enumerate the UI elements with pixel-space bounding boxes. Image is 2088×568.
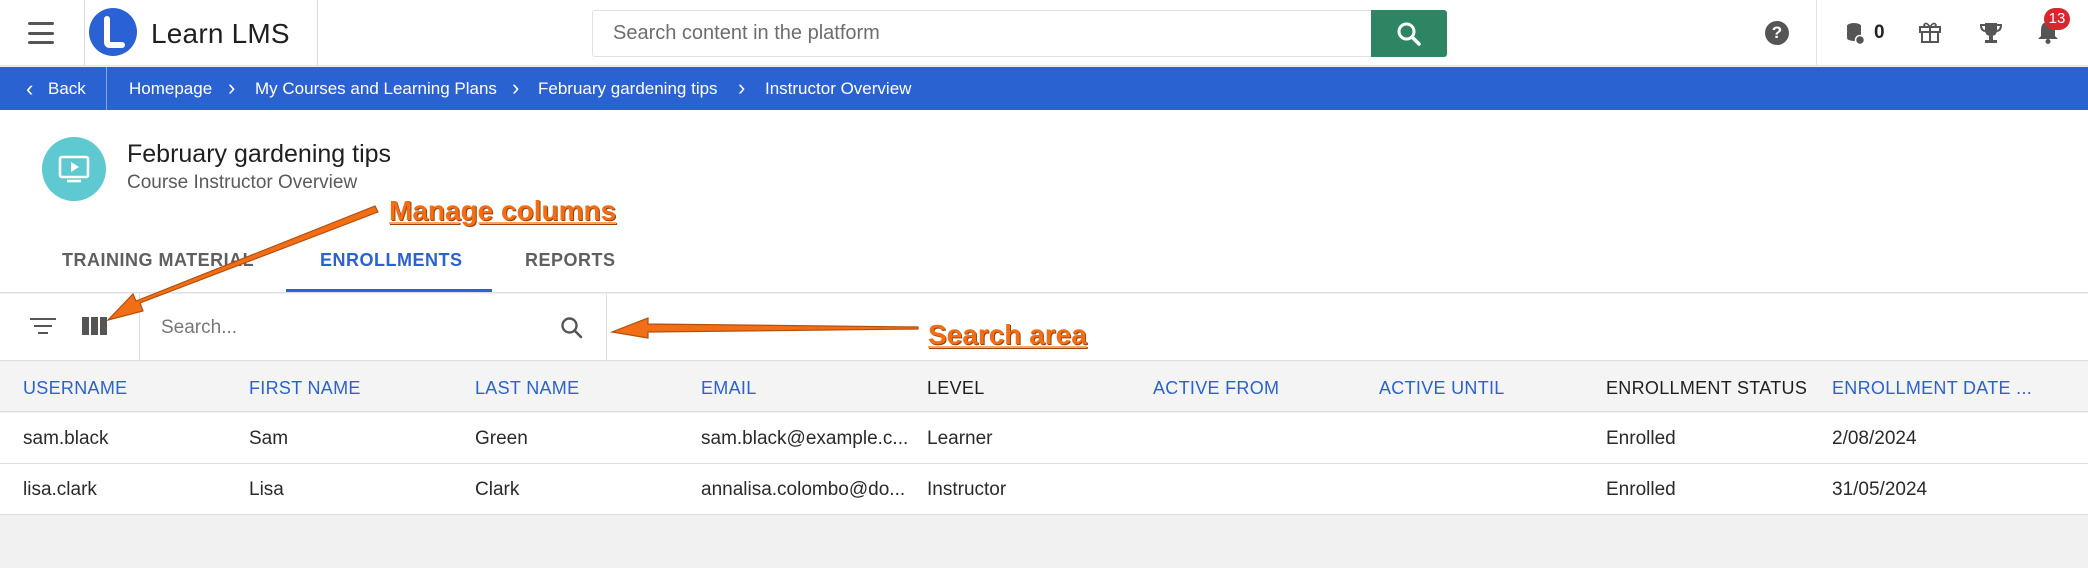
filter-icon[interactable]: [30, 318, 56, 336]
cell-enrollment-status: Enrolled: [1606, 479, 1676, 500]
trophy-icon[interactable]: [1978, 20, 2004, 46]
course-icon: [42, 137, 106, 201]
table-search-input[interactable]: [161, 314, 541, 342]
chevron-right-icon: ›: [228, 75, 236, 100]
coins-count: 0: [1874, 22, 1885, 43]
cell-enrollment-date: 2/08/2024: [1832, 428, 1917, 449]
column-header-last-name[interactable]: LAST NAME: [475, 378, 579, 399]
divider: [1816, 0, 1817, 66]
divider: [606, 294, 607, 361]
chevron-left-icon: ‹: [26, 76, 34, 101]
brand-name: Learn LMS: [151, 18, 290, 49]
column-header-active-from[interactable]: ACTIVE FROM: [1153, 378, 1279, 399]
breadcrumb-course[interactable]: February gardening tips: [538, 67, 718, 110]
table-row[interactable]: sam.black Sam Green sam.black@example.c.…: [0, 413, 2088, 464]
cell-enrollment-date: 31/05/2024: [1832, 479, 1928, 500]
page-title: February gardening tips: [127, 140, 392, 168]
cell-level: Learner: [927, 428, 993, 449]
brand[interactable]: Learn LMS: [84, 0, 318, 66]
cell-username: sam.black: [23, 428, 109, 449]
column-header-first-name[interactable]: FIRST NAME: [249, 378, 361, 399]
play-icon: [58, 155, 90, 183]
page-subtitle: Course Instructor Overview: [127, 172, 358, 193]
notification-badge: 13: [2044, 8, 2070, 30]
tab-reports[interactable]: REPORTS: [525, 250, 616, 271]
coins-icon[interactable]: [1845, 21, 1865, 45]
cell-enrollment-status: Enrolled: [1606, 428, 1676, 449]
table-header: USERNAME FIRST NAME LAST NAME EMAIL LEVE…: [0, 362, 2088, 412]
gift-icon[interactable]: [1918, 20, 1942, 44]
annotation-search-area: Search area: [928, 319, 1087, 350]
tab-training-material[interactable]: TRAINING MATERIAL: [62, 250, 254, 271]
annotation-manage-columns: Manage columns: [389, 195, 617, 226]
table-row[interactable]: lisa.clark Lisa Clark annalisa.colombo@d…: [0, 464, 2088, 515]
course-header: February gardening tips Course Instructo…: [0, 110, 2088, 293]
cell-last-name: Clark: [475, 479, 520, 500]
column-header-active-until[interactable]: ACTIVE UNTIL: [1379, 378, 1505, 399]
search-icon[interactable]: [560, 316, 584, 340]
column-header-level: LEVEL: [927, 378, 985, 398]
back-button[interactable]: ‹ Back: [22, 67, 86, 110]
divider: [139, 294, 140, 361]
back-label: Back: [48, 79, 86, 98]
search-button[interactable]: [1371, 10, 1447, 57]
cell-first-name: Lisa: [249, 479, 284, 500]
tab-enrollments[interactable]: ENROLLMENTS: [320, 250, 463, 271]
cell-first-name: Sam: [249, 428, 289, 449]
cell-email: annalisa.colombo@do...: [701, 479, 906, 500]
menu-icon[interactable]: [28, 22, 54, 44]
breadcrumb-my-courses[interactable]: My Courses and Learning Plans: [255, 67, 497, 110]
breadcrumb-homepage[interactable]: Homepage: [129, 67, 212, 110]
cell-username: lisa.clark: [23, 479, 97, 500]
help-icon[interactable]: ?: [1765, 21, 1789, 45]
platform-search-input[interactable]: [593, 11, 1371, 56]
column-header-enrollment-date[interactable]: ENROLLMENT DATE ...: [1832, 378, 2032, 399]
cell-email: sam.black@example.c...: [701, 428, 909, 449]
breadcrumb: ‹ Back Homepage › My Courses and Learning…: [0, 67, 2088, 110]
breadcrumb-current: Instructor Overview: [765, 79, 912, 98]
logo-icon: [89, 8, 137, 56]
cell-level: Instructor: [927, 479, 1007, 500]
chevron-right-icon: ›: [738, 75, 746, 100]
column-header-username[interactable]: USERNAME: [23, 378, 127, 399]
column-header-enrollment-status: ENROLLMENT STATUS: [1606, 378, 1808, 398]
active-tab-indicator: [286, 289, 492, 292]
divider: [106, 67, 107, 110]
column-header-email[interactable]: EMAIL: [701, 378, 757, 399]
manage-columns-icon[interactable]: [82, 317, 107, 335]
chevron-right-icon: ›: [512, 75, 520, 100]
cell-last-name: Green: [475, 428, 528, 449]
search-icon: [1397, 22, 1421, 46]
platform-search: [592, 10, 1447, 57]
top-bar: Learn LMS ? 0 13: [0, 0, 2088, 66]
